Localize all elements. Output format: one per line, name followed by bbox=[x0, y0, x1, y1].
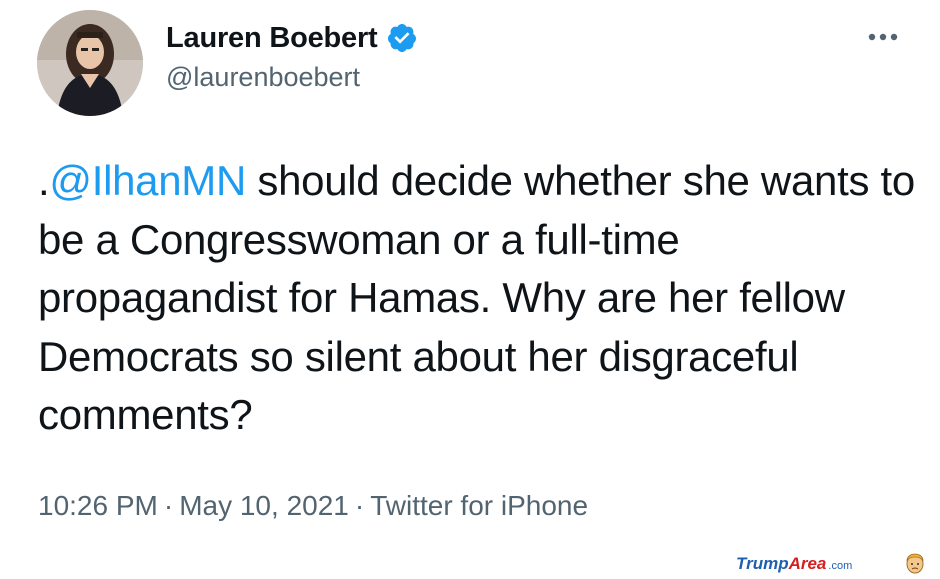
author-name[interactable]: Lauren Boebert bbox=[166, 22, 378, 55]
tweet-time[interactable]: 10:26 PM bbox=[38, 490, 158, 521]
tweet-card: Lauren Boebert @laurenboebert .@IlhanMN … bbox=[0, 0, 940, 576]
avatar-image bbox=[37, 10, 143, 116]
tweet-source[interactable]: Twitter for iPhone bbox=[370, 490, 588, 521]
watermark: Trump Area .com bbox=[736, 553, 852, 575]
tweet-text: .@IlhanMN should decide whether she want… bbox=[38, 152, 918, 445]
verified-badge-icon bbox=[386, 22, 418, 54]
tweet-date[interactable]: May 10, 2021 bbox=[179, 490, 349, 521]
meta-separator: · bbox=[354, 490, 365, 521]
watermark-part1: Trump bbox=[736, 554, 789, 573]
avatar[interactable] bbox=[37, 10, 143, 116]
more-options-icon[interactable] bbox=[862, 26, 906, 48]
author-name-row: Lauren Boebert bbox=[166, 18, 418, 58]
watermark-part2: Area bbox=[788, 554, 827, 573]
mention-link[interactable]: @IlhanMN bbox=[49, 157, 246, 204]
watermark-suffix: .com bbox=[828, 560, 853, 572]
watermark-face-icon bbox=[904, 550, 926, 574]
tweet-text-prefix: . bbox=[38, 157, 50, 204]
author-handle[interactable]: @laurenboebert bbox=[166, 62, 360, 93]
meta-separator: · bbox=[163, 490, 174, 521]
tweet-meta: 10:26 PM · May 10, 2021 · Twitter for iPhone bbox=[38, 490, 588, 522]
